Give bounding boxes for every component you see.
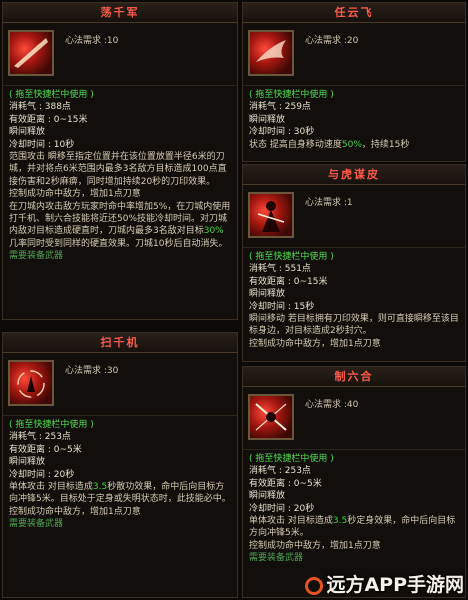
skill-detail: 在刀城内攻击敌方玩家时命中率增加5%，在刀城内使用打千机、制六合技能将近还50%… (9, 201, 231, 249)
weapon-requirement: 需要装备武器 (249, 553, 304, 564)
stat-line: 冷却时间 : 20秒 (249, 503, 315, 514)
stat-line: 瞬间释放 (249, 289, 286, 300)
slash-icon (14, 38, 48, 68)
skill-bird-icon[interactable] (248, 30, 294, 76)
stat-line: 有效距离 : 0~5米 (249, 478, 322, 489)
stat-line: 冷却时间 : 15秒 (249, 301, 315, 312)
warrior-icon (257, 201, 285, 232)
skill-effect: 控制成功命中敌方，增加1点刀意 (249, 540, 381, 551)
skill-title: 扫千机 (3, 333, 237, 353)
cross-slash-icon (255, 403, 287, 431)
stat-line: 冷却时间 : 30秒 (249, 127, 315, 138)
watermark-logo-icon (305, 576, 324, 595)
skill-title: 荡千军 (3, 3, 237, 23)
skill-card-saoqianji: 扫千机 心法需求 :30 ( 拖至快捷栏中使用 ) 消耗气 : 253点 有效距… (2, 332, 238, 598)
stat-line: 消耗气 : 259点 (249, 102, 311, 113)
skill-header: 心法需求 :1 (243, 185, 465, 248)
skill-description: 瞬间移动 若目标拥有刀印效果，则可直接瞬移至该目标身边，对目标造成2秒封穴。 (249, 314, 459, 337)
skill-slash-icon[interactable] (8, 30, 54, 76)
skill-title: 与虎谋皮 (243, 165, 465, 185)
shortcut-hint: ( 拖至快捷栏中使用 ) (249, 252, 334, 262)
skill-state: 状态 提高自身移动速度50%，持续15秒 (249, 139, 410, 150)
skill-title: 制六合 (243, 367, 465, 387)
skill-description: 单体攻击 对目标造成3.5秒定身效果，命中后向目标方向冲锋5米。 (249, 516, 456, 539)
spin-slash-icon (17, 370, 45, 398)
shortcut-hint: ( 拖至快捷栏中使用 ) (9, 90, 94, 100)
skill-card-dangqianjun: 荡千军 心法需求 :10 ( 拖至快捷栏中使用 ) 消耗气 : 388点 有效距… (2, 2, 238, 320)
bird-icon (256, 40, 286, 62)
skill-requirement: 心法需求 :20 (305, 36, 359, 46)
skill-warrior-icon[interactable] (248, 192, 294, 238)
skill-effect: 控制成功命中敌方，增加1点刀意 (249, 338, 381, 349)
stat-line: 消耗气 : 253点 (9, 432, 71, 443)
skill-card-zhiliuhe: 制六合 心法需求 :40 ( 拖至快捷栏中使用 ) 消耗气 : 253点 有效距… (242, 366, 466, 598)
stat-line: 有效距离 : 0~15米 (249, 276, 328, 287)
skill-requirement: 心法需求 :40 (305, 400, 359, 410)
skill-description: 范围攻击 瞬移至指定位置并在该位置放置半径6米的刀城，并对将点6米范围内最多3名… (9, 152, 227, 187)
skill-header: 心法需求 :40 (243, 387, 465, 450)
skill-requirement: 心法需求 :30 (65, 366, 119, 376)
skill-header: 心法需求 :10 (3, 23, 237, 86)
stat-line: 消耗气 : 388点 (9, 102, 71, 113)
stat-line: 瞬间释放 (249, 114, 286, 125)
stat-line: 瞬间释放 (9, 457, 46, 468)
shortcut-hint: ( 拖至快捷栏中使用 ) (249, 454, 334, 464)
stat-line: 消耗气 : 551点 (249, 264, 311, 275)
stat-line: 有效距离 : 0~5米 (9, 444, 82, 455)
stat-line: 瞬间释放 (249, 491, 286, 502)
skill-card-yuhumoupi: 与虎谋皮 心法需求 :1 ( 拖至快捷栏中使用 ) 消耗气 : 551点 有效距… (242, 164, 466, 362)
shortcut-hint: ( 拖至快捷栏中使用 ) (249, 90, 334, 100)
skill-requirement: 心法需求 :1 (305, 198, 353, 208)
stat-line: 有效距离 : 0~15米 (9, 114, 88, 125)
skill-requirement: 心法需求 :10 (65, 36, 119, 46)
skill-description: 单体攻击 对目标造成3.5秒散功效果，命中后向目标方向冲锋5米。目标处于定身或失… (9, 482, 231, 505)
skill-header: 心法需求 :20 (243, 23, 465, 86)
skill-effect: 控制成功命中敌方，增加1点刀意 (9, 189, 141, 200)
skill-title: 任云飞 (243, 3, 465, 23)
stat-line: 冷却时间 : 10秒 (9, 139, 75, 150)
shortcut-hint: ( 拖至快捷栏中使用 ) (9, 420, 94, 430)
skill-header: 心法需求 :30 (3, 353, 237, 416)
skill-spin-icon[interactable] (8, 360, 54, 406)
stat-line: 冷却时间 : 20秒 (9, 469, 75, 480)
stat-line: 瞬间释放 (9, 127, 46, 138)
skill-effect: 控制成功命中敌方，增加1点刀意 (9, 506, 141, 517)
weapon-requirement: 需要装备武器 (9, 251, 64, 262)
weapon-requirement: 需要装备武器 (9, 519, 64, 530)
skill-cross-slash-icon[interactable] (248, 394, 294, 440)
site-watermark: 远方APP手游网 (305, 572, 464, 598)
stat-line: 消耗气 : 253点 (249, 466, 311, 477)
skill-card-renyunfei: 任云飞 心法需求 :20 ( 拖至快捷栏中使用 ) 消耗气 : 259点 瞬间释… (242, 2, 466, 162)
